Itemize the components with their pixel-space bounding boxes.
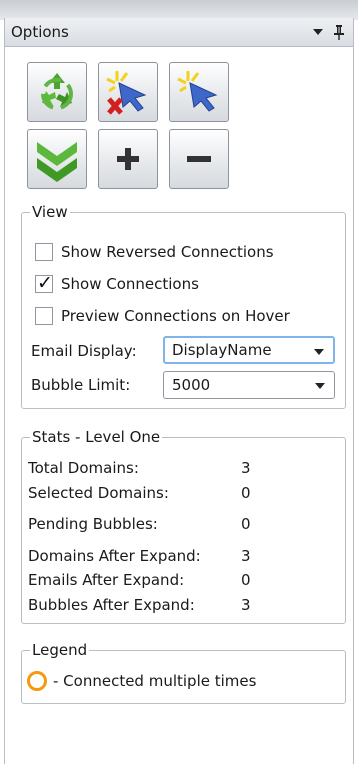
stat-value: 3 bbox=[241, 547, 251, 565]
double-chevron-down-icon bbox=[37, 142, 77, 182]
stat-label: Emails After Expand: bbox=[28, 571, 185, 589]
cursor-x-icon bbox=[106, 71, 147, 115]
pin-icon[interactable] bbox=[333, 24, 345, 40]
stat-label: Bubbles After Expand: bbox=[28, 596, 195, 614]
zoom-out-button[interactable] bbox=[169, 129, 229, 189]
preview-connections-label: Preview Connections on Hover bbox=[61, 307, 290, 325]
select-button[interactable] bbox=[169, 62, 229, 122]
cursor-sparkle-icon bbox=[177, 71, 218, 112]
recycle-icon bbox=[41, 73, 73, 110]
email-display-label: Email Display: bbox=[31, 342, 137, 360]
show-connections-label: Show Connections bbox=[61, 275, 199, 293]
expand-button[interactable] bbox=[27, 129, 87, 189]
chevron-down-icon bbox=[315, 383, 325, 389]
legend-group-legend: Legend bbox=[32, 641, 88, 659]
stat-value: 0 bbox=[241, 515, 251, 533]
zoom-in-button[interactable] bbox=[98, 129, 158, 189]
bubble-limit-select[interactable]: 5000 bbox=[163, 371, 335, 399]
bubble-limit-label: Bubble Limit: bbox=[31, 376, 131, 394]
stat-label: Total Domains: bbox=[28, 459, 139, 477]
bubble-limit-value: 5000 bbox=[172, 376, 211, 394]
stat-value: 0 bbox=[241, 484, 251, 502]
window-top-strip bbox=[0, 0, 358, 20]
email-display-value: DisplayName bbox=[172, 341, 272, 359]
clear-selection-button[interactable] bbox=[98, 62, 158, 122]
plus-icon bbox=[117, 148, 139, 170]
panel-titlebar: Options bbox=[5, 18, 353, 47]
refresh-button[interactable] bbox=[27, 62, 87, 122]
email-display-select[interactable]: DisplayName bbox=[163, 336, 335, 364]
chevron-down-icon bbox=[314, 349, 324, 355]
panel-title: Options bbox=[11, 23, 69, 41]
stat-value: 3 bbox=[241, 596, 251, 614]
stat-label: Selected Domains: bbox=[28, 484, 169, 502]
minus-icon bbox=[187, 156, 211, 162]
legend-item-label: - Connected multiple times bbox=[53, 672, 257, 690]
preview-connections-option[interactable]: Preview Connections on Hover bbox=[35, 307, 290, 325]
stat-value: 3 bbox=[241, 459, 251, 477]
stat-label: Pending Bubbles: bbox=[28, 515, 158, 533]
show-reversed-connections-label: Show Reversed Connections bbox=[61, 243, 274, 261]
stat-value: 0 bbox=[241, 571, 251, 589]
stat-label: Domains After Expand: bbox=[28, 547, 201, 565]
view-group-legend: View bbox=[32, 203, 68, 221]
show-reversed-connections-checkbox[interactable] bbox=[35, 243, 53, 261]
legend-item: - Connected multiple times bbox=[27, 671, 256, 691]
orange-ring-icon bbox=[27, 671, 47, 691]
stats-group-legend: Stats - Level One bbox=[32, 428, 161, 446]
show-connections-checkbox[interactable] bbox=[35, 272, 53, 294]
panel-menu-dropdown-icon[interactable] bbox=[313, 29, 323, 35]
preview-connections-checkbox[interactable] bbox=[35, 307, 53, 325]
show-connections-option[interactable]: Show Connections bbox=[35, 272, 199, 294]
show-reversed-connections-option[interactable]: Show Reversed Connections bbox=[35, 243, 274, 261]
options-panel: Options View Show Reversed Connections ✓… bbox=[4, 18, 354, 764]
